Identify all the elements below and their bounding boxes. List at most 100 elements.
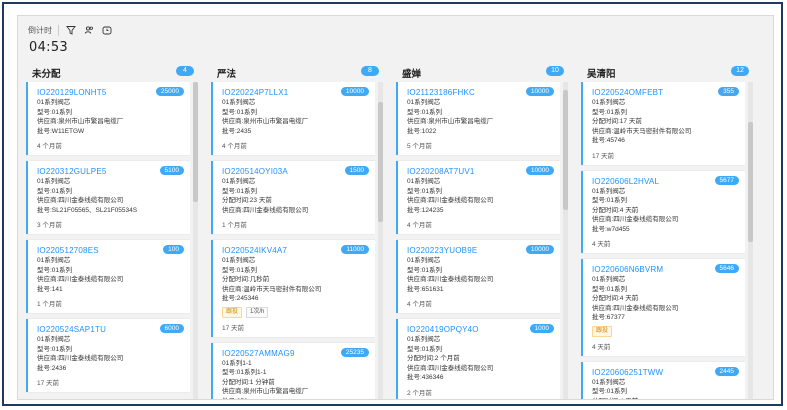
card-detail-line: 01系列阀芯 (407, 257, 441, 264)
column-header: 未分配 4 (26, 60, 198, 82)
card-detail-line: 供应商:温岭市天马密封件有限公司 (222, 285, 322, 293)
card-detail-line: 01系列阀芯 (37, 257, 71, 264)
order-card[interactable]: IO220312GULPE5 5100 01系列阀芯 型号:01系列 供应商:四川金泰线… (26, 161, 190, 234)
order-card[interactable]: IO220524SAP1TU 6000 01系列阀芯 型号:01系列 供应商:四川金泰线… (26, 319, 190, 392)
order-card[interactable]: IO220419OPQY4O 1000 01系列阀芯 型号:01系列 分配时间:2 个月… (396, 319, 560, 399)
column-count-badge: 12 (731, 66, 749, 76)
card-list: IO220524OMFEBT 355 01系列阀芯 型号:01系列 分配时间:17 天前… (581, 82, 745, 400)
filter-icon[interactable] (65, 24, 77, 36)
order-card[interactable]: IO220224P7LLX1 10000 01系列阀芯 型号:01系列 供应商:泉州市山… (211, 82, 375, 155)
card-detail-line: 型号:01系列 (407, 108, 443, 116)
card-detail-line: 供应商:四川金泰线缆有限公司 (592, 216, 679, 223)
column-title: 未分配 (32, 69, 61, 80)
relative-time: 4 个月前 (407, 222, 432, 229)
card-detail-line: 分配时间:17 天前 (592, 118, 642, 125)
quantity-badge: 100 (163, 245, 184, 254)
order-card[interactable]: IO220606N6BVRM 5646 01系列阀芯 型号:01系列 分配时间:4 天前… (581, 259, 745, 356)
column-header: 严法 8 (211, 60, 383, 82)
card-detail-line: 01系列阀芯 (407, 99, 441, 106)
card-detail-line: 分配时间:4 天前 (592, 397, 739, 400)
card-detail-line: 型号:01系列 (592, 285, 628, 293)
card-detail-line: 型号:01系列 (407, 266, 443, 274)
column-count-badge: 8 (361, 66, 379, 76)
user-group-icon[interactable] (83, 24, 95, 36)
countdown-label: 倒计时 (28, 24, 59, 36)
kanban-board: 倒计时 04:53 未分配 4 IO220129LONHT5 25000 01系列阀芯型… (17, 15, 774, 400)
quantity-badge: 1000 (529, 324, 554, 333)
column-title: 吴清阳 (587, 69, 616, 80)
column-scrollbar[interactable] (378, 82, 383, 399)
order-card[interactable]: IO220512708ES 100 01系列阀芯 型号:01系列 供应商:四川金泰线缆有… (26, 240, 190, 313)
order-card[interactable]: IO220223YUOB9E 10000 01系列阀芯 型号:01系列 供应商:四川金泰… (396, 240, 560, 313)
card-detail-line: 分配时间:2 个月前 (407, 355, 460, 362)
card-detail-line: 01系列阀芯 (592, 99, 626, 106)
card-detail-line: 供应商:四川金泰线缆有限公司 (592, 304, 679, 312)
card-detail-line: 型号:01系列 (592, 108, 628, 116)
card-detail-line: 供应商:四川金泰线缆有限公司 (222, 206, 309, 214)
order-card[interactable]: IO220524IKV4A7 11000 01系列阀芯 型号:01系列 分配时间:几秒前… (211, 240, 375, 337)
column-title: 严法 (217, 69, 237, 80)
column-scrollbar[interactable] (563, 82, 568, 399)
order-card[interactable]: IO220527AMMAG9 25235 01系列1-1 型号:01系列1-1 分配时间… (211, 342, 375, 400)
quantity-badge: 355 (718, 87, 739, 96)
card-detail-line: 01系列阀芯 (37, 99, 71, 106)
order-code-link[interactable]: IO220512708ES (37, 245, 184, 256)
card-detail-line: 供应商:四川金泰线缆有限公司 (37, 197, 124, 204)
card-detail-line: 批号:w7d455 (592, 225, 630, 233)
card-detail-line: 批号:45746 (592, 137, 625, 144)
card-detail-line: 批号:SL21F05565、SL21F05534S (37, 206, 138, 214)
order-card[interactable]: IO220129LONHT5 25000 01系列阀芯 型号:01系列 供应商:泉州市山… (26, 82, 190, 155)
card-detail-line: 型号:01系列1-1 (222, 369, 267, 376)
card-detail-line: 01系列阀芯 (592, 187, 626, 195)
card-detail-line: 供应商:温岭市天马密封件有限公司 (592, 127, 692, 135)
order-card[interactable]: IO220524OMFEBT 355 01系列阀芯 型号:01系列分配时间:17 天前… (581, 82, 745, 165)
card-detail-line: 01系列阀芯 (407, 336, 441, 343)
status-tag: 跟投 (222, 306, 243, 318)
scrollbar-thumb[interactable] (193, 82, 198, 202)
order-code-link[interactable]: IO220524OMFEBT (592, 87, 739, 98)
relative-time: 4 个月前 (222, 143, 247, 150)
card-detail-line: 批号:252 (222, 397, 369, 400)
card-detail-line: 供应商:四川金泰线缆有限公司 (407, 364, 494, 372)
toolbar: 倒计时 (28, 22, 113, 38)
quantity-badge: 6000 (159, 324, 184, 333)
window-frame: 倒计时 04:53 未分配 4 IO220129LONHT5 25000 01系列阀芯型… (2, 2, 783, 406)
scrollbar-thumb[interactable] (748, 122, 753, 242)
order-card[interactable]: IO220208AT7UV1 10000 01系列阀芯 型号:01系列 供应商:四川金泰… (396, 161, 560, 234)
card-detail-line: 01系列阀芯 (37, 178, 71, 185)
card-list: IO220129LONHT5 25000 01系列阀芯 型号:01系列 供应商:泉州市山… (26, 82, 190, 399)
quantity-badge: 5646 (714, 264, 739, 273)
quantity-badge: 10000 (525, 166, 554, 175)
card-detail-line: 01系列1-1 (222, 359, 252, 367)
card-detail-line: 批号:124235 (407, 206, 444, 214)
scrollbar-thumb[interactable] (563, 90, 568, 210)
card-detail-line: 型号:01系列 (222, 187, 258, 195)
card-detail-line: 供应商:泉州市山市繁昌电缆厂 (407, 118, 494, 125)
quantity-badge: 5677 (714, 175, 739, 185)
order-card[interactable]: IO220514OYI03A 1500 01系列阀芯 型号:01系列 分配时间:23 天… (211, 161, 375, 234)
card-detail-line: 供应商:四川金泰线缆有限公司 (407, 197, 494, 204)
relative-time: 17 天前 (222, 324, 245, 332)
order-card[interactable]: IO220606L2HVAL 5677 01系列阀芯 型号:01系列 分配时间:4 天前… (581, 170, 745, 253)
card-detail-line: 批号:2436 (37, 364, 67, 372)
order-card[interactable]: IO220606251TWW244501系列阀芯型号:01系列分配时间:4 天前… (581, 361, 745, 400)
card-detail-line: 批号:2435 (222, 127, 252, 135)
column-scrollbar[interactable] (193, 82, 198, 399)
column-header: 吴清阳 12 (581, 60, 753, 82)
relative-time: 4 天前 (592, 241, 611, 248)
relative-time: 2 个月前 (407, 389, 432, 397)
quantity-badge: 10000 (340, 87, 369, 96)
relative-time: 5 个月前 (407, 143, 432, 150)
quantity-badge: 25000 (155, 87, 184, 96)
clock-icon[interactable] (101, 24, 113, 36)
status-tag: 1次/h (246, 306, 269, 318)
quantity-badge: 1500 (344, 166, 369, 175)
relative-time: 17 天前 (592, 152, 615, 160)
scrollbar-thumb[interactable] (378, 102, 383, 222)
order-card[interactable]: IO21123186FHKC 10000 01系列阀芯 型号:01系列 供应商:泉州市山… (396, 82, 560, 155)
relative-time: 17 天前 (37, 380, 60, 387)
column-count-badge: 10 (546, 66, 564, 76)
column-title: 盛婵 (402, 69, 422, 80)
relative-time: 1 个月前 (222, 222, 247, 229)
column-scrollbar[interactable] (748, 82, 753, 399)
